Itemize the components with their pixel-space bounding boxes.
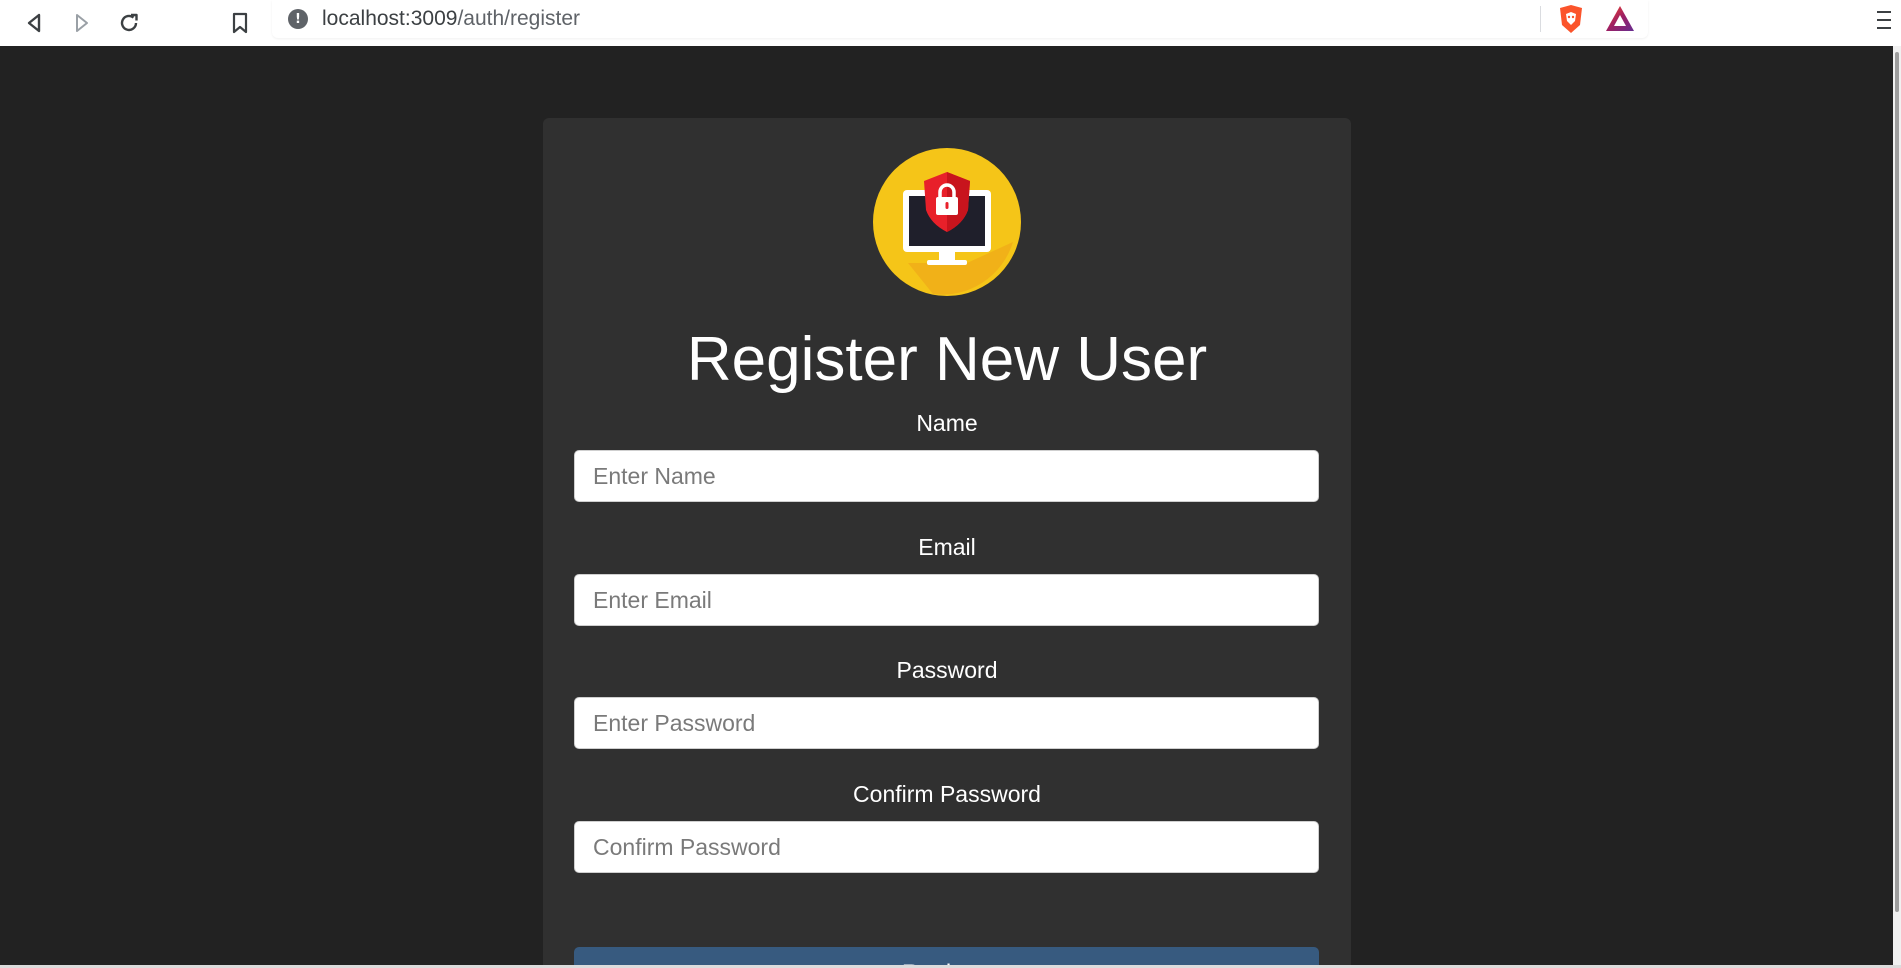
brave-rewards-button[interactable] — [1604, 4, 1636, 34]
scrollbar-thumb[interactable] — [1895, 52, 1899, 912]
url-text[interactable]: localhost:3009/auth/register — [322, 6, 580, 32]
forward-button[interactable] — [64, 5, 100, 41]
reload-button[interactable] — [111, 5, 147, 41]
brave-rewards-icon — [1606, 6, 1634, 31]
confirm-password-field[interactable] — [574, 821, 1319, 873]
password-label: Password — [896, 657, 998, 683]
brave-shield-button[interactable] — [1556, 3, 1586, 35]
password-field[interactable] — [574, 697, 1319, 749]
bookmark-button[interactable] — [222, 5, 258, 41]
url-path: /auth/register — [457, 7, 581, 30]
bookmark-icon — [232, 12, 248, 34]
confirm-password-label: Confirm Password — [853, 781, 1041, 807]
hamburger-menu-icon — [1877, 11, 1891, 13]
reload-icon — [120, 13, 138, 32]
brave-shield-icon — [1560, 5, 1582, 33]
browser-toolbar: ! localhost:3009/auth/register — [0, 0, 1901, 46]
page-viewport: Register New User Name Email Password Co… — [0, 46, 1893, 965]
security-lock-monitor-icon — [873, 148, 1021, 296]
register-button[interactable]: Register — [574, 947, 1319, 965]
forward-arrow-icon — [76, 14, 88, 32]
email-label: Email — [918, 534, 976, 560]
email-field[interactable] — [574, 574, 1319, 626]
address-bar[interactable]: ! localhost:3009/auth/register — [272, 0, 1648, 38]
url-host: localhost:3009 — [322, 7, 458, 30]
name-field[interactable] — [574, 450, 1319, 502]
back-button[interactable] — [16, 5, 52, 41]
hamburger-menu-button[interactable] — [1872, 4, 1896, 36]
register-card: Register New User Name Email Password Co… — [543, 118, 1351, 965]
page-title: Register New User — [686, 325, 1208, 394]
name-label: Name — [916, 410, 978, 436]
info-icon[interactable]: ! — [288, 9, 308, 29]
back-arrow-icon — [27, 13, 41, 33]
address-divider — [1540, 6, 1541, 32]
